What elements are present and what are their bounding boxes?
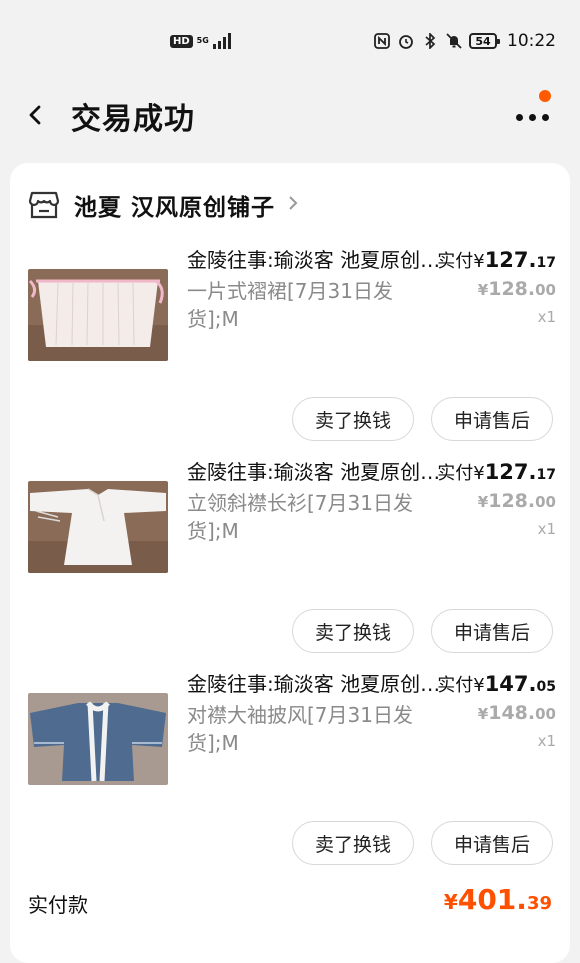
price-block: 实付¥127.17 ¥128.00 x1 (437, 459, 556, 543)
mute-bell-icon (445, 32, 463, 50)
shop-link[interactable]: 池夏 汉风原创铺子 (28, 185, 299, 225)
product-sku: 一片式褶裙[7月31日发货];M (187, 279, 393, 331)
paid-price: 实付¥147.05 (437, 672, 556, 696)
order-item[interactable]: 金陵往事:瑜淡客 池夏原创复原... 对襟大袖披风[7月31日发货];M 实付¥… (10, 671, 570, 883)
quantity: x1 (537, 520, 556, 538)
after-sales-button[interactable]: 申请售后 (431, 397, 553, 441)
page-title: 交易成功 (71, 102, 195, 137)
back-button[interactable] (22, 98, 52, 132)
product-sku: 立领斜襟长衫[7月31日发货];M (187, 491, 413, 543)
alarm-icon (397, 32, 415, 50)
network-type: 5G (196, 36, 209, 45)
paid-price: 实付¥127.17 (437, 460, 556, 484)
product-title[interactable]: 金陵往事:瑜淡客 池夏原创复原... (187, 671, 449, 697)
original-price: ¥128.00 (477, 490, 556, 512)
battery-icon: 54 (469, 33, 500, 49)
page-header: 交易成功 (0, 80, 580, 152)
more-options-button[interactable] (510, 90, 556, 134)
bluetooth-icon (421, 32, 439, 50)
network-status: HD 5G (170, 33, 231, 49)
order-item[interactable]: 金陵往事:瑜淡客 池夏原创复原... 一片式褶裙[7月31日发货];M 实付¥1… (10, 247, 570, 459)
order-card: 池夏 汉风原创铺子 金陵往事:瑜淡客 池夏原创复原... 一片式褶裙[7 (10, 163, 570, 963)
notification-dot (539, 90, 551, 102)
original-price: ¥128.00 (477, 278, 556, 300)
store-icon (28, 191, 60, 219)
sell-for-cash-button[interactable]: 卖了换钱 (292, 821, 414, 865)
sell-for-cash-button[interactable]: 卖了换钱 (292, 609, 414, 653)
price-block: 实付¥127.17 ¥128.00 x1 (437, 247, 556, 331)
product-image[interactable] (28, 269, 168, 361)
product-image[interactable] (28, 693, 168, 785)
status-bar: HD 5G 54 10:22 (0, 0, 580, 80)
system-status: 54 10:22 (373, 31, 556, 51)
paid-price: 实付¥127.17 (437, 248, 556, 272)
after-sales-button[interactable]: 申请售后 (431, 609, 553, 653)
chevron-left-icon (29, 105, 41, 125)
total-paid-amount: ¥401.39 (443, 883, 552, 916)
original-price: ¥148.00 (477, 702, 556, 724)
clock: 10:22 (507, 31, 556, 51)
after-sales-button[interactable]: 申请售后 (431, 821, 553, 865)
shop-name: 池夏 汉风原创铺子 (74, 195, 276, 221)
sell-for-cash-button[interactable]: 卖了换钱 (292, 397, 414, 441)
price-block: 实付¥147.05 ¥148.00 x1 (437, 671, 556, 755)
total-paid-row: 实付款 ¥401.39 (28, 883, 552, 923)
product-image[interactable] (28, 481, 168, 573)
hd-badge: HD (170, 34, 193, 48)
order-item[interactable]: 金陵往事:瑜淡客 池夏原创复原... 立领斜襟长衫[7月31日发货];M 实付¥… (10, 459, 570, 671)
total-paid-label: 实付款 (28, 893, 88, 917)
more-icon (516, 114, 523, 121)
nfc-icon (373, 32, 391, 50)
chevron-right-icon (287, 193, 299, 217)
quantity: x1 (537, 732, 556, 750)
product-sku: 对襟大袖披风[7月31日发货];M (187, 703, 413, 755)
quantity: x1 (537, 308, 556, 326)
signal-icon (212, 33, 231, 49)
product-title[interactable]: 金陵往事:瑜淡客 池夏原创复原... (187, 459, 449, 485)
product-title[interactable]: 金陵往事:瑜淡客 池夏原创复原... (187, 247, 449, 273)
